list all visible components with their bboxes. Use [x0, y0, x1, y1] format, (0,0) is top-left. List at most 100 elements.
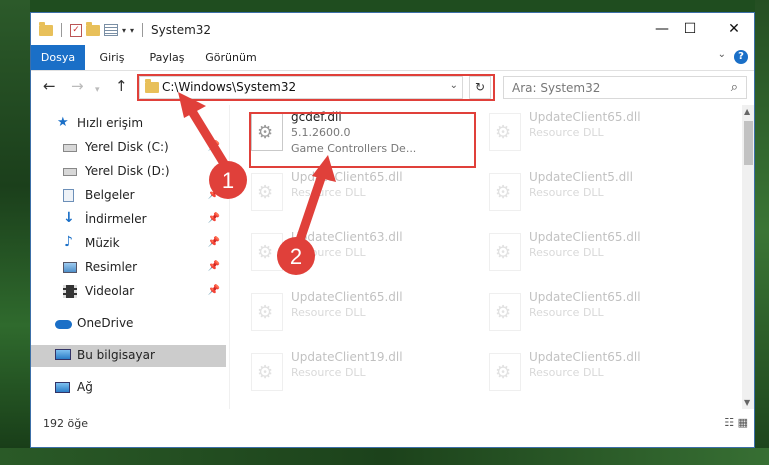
file-name: UpdateClient65.dll — [529, 230, 641, 244]
file-name: UpdateClient5.dll — [529, 170, 633, 184]
status-bar: 192 öğe ☷ ▦ — [31, 409, 754, 433]
properties-icon[interactable] — [104, 24, 118, 36]
pin-icon[interactable]: 📌 — [208, 285, 220, 296]
file-description: Resource DLL — [529, 306, 604, 319]
pictures-icon — [63, 262, 77, 273]
sidebar-item-music[interactable]: ♪ Müzik 📌 — [31, 233, 226, 255]
file-tile[interactable]: UpdateClient65.dll Resource DLL — [241, 167, 461, 223]
file-highlight-box — [249, 112, 476, 168]
drive-icon — [63, 144, 77, 152]
dll-file-icon — [489, 233, 521, 271]
file-tile[interactable]: UpdateClient65.dll Resource DLL — [479, 347, 699, 403]
music-icon: ♪ — [64, 234, 73, 250]
search-input[interactable]: Ara: System32 ⌕ — [503, 76, 747, 99]
separator — [61, 23, 62, 37]
folder-icon[interactable] — [39, 21, 53, 36]
item-count: 192 öğe — [43, 417, 88, 430]
sidebar-item-onedrive[interactable]: OneDrive — [31, 313, 226, 335]
tab-home[interactable]: Giriş — [85, 45, 139, 70]
expand-ribbon-chevron-icon[interactable]: ⌄ — [718, 49, 726, 60]
sidebar-item-documents[interactable]: Belgeler 📌 — [31, 185, 226, 207]
sidebar-item-this-pc[interactable]: Bu bilgisayar — [31, 345, 226, 367]
file-tile[interactable]: UpdateClient65.dll Resource DLL — [241, 287, 461, 343]
sidebar-item-quick-access[interactable]: ★ Hızlı erişim — [31, 113, 226, 135]
separator — [142, 23, 144, 37]
properties-check-icon[interactable]: ✓ — [70, 23, 82, 37]
network-icon — [55, 382, 70, 393]
sidebar-item-downloads[interactable]: ↓ İndirmeler 📌 — [31, 209, 226, 231]
customize-toolbar-arrow-icon[interactable]: ▾ — [122, 26, 126, 35]
download-icon: ↓ — [63, 210, 75, 226]
file-name: UpdateClient65.dll — [529, 290, 641, 304]
recent-locations-icon[interactable]: ▾ — [95, 82, 100, 98]
sidebar-item-pictures[interactable]: Resimler 📌 — [31, 257, 226, 279]
maximize-button[interactable]: ☐ — [667, 13, 713, 45]
navigation-pane: ★ Hızlı erişim Yerel Disk (C:) 📌 Yerel D… — [31, 105, 229, 409]
pin-icon[interactable]: 📌 — [208, 189, 220, 200]
sidebar-item-videos[interactable]: Videolar 📌 — [31, 281, 226, 303]
dll-file-icon — [489, 173, 521, 211]
file-tile[interactable]: UpdateClient5.dll Resource DLL — [479, 167, 699, 223]
file-name: UpdateClient65.dll — [529, 110, 641, 124]
scrollbar-thumb[interactable] — [744, 121, 753, 165]
pin-icon[interactable]: 📌 — [208, 141, 220, 152]
dll-file-icon — [251, 293, 283, 331]
file-name: UpdateClient65.dll — [291, 170, 403, 184]
file-description: Resource DLL — [291, 306, 366, 319]
pane-divider[interactable] — [229, 105, 230, 409]
file-tile[interactable]: UpdateClient65.dll Resource DLL — [479, 107, 699, 163]
file-description: Resource DLL — [291, 186, 366, 199]
navigation-bar: ← → ▾ ↑ C:\Windows\System32 ⌄ ↻ Ara: Sys… — [31, 71, 754, 103]
star-icon: ★ — [57, 115, 69, 130]
file-description: Resource DLL — [529, 186, 604, 199]
file-description: Resource DLL — [291, 366, 366, 379]
new-folder-icon[interactable] — [86, 21, 100, 36]
tab-share[interactable]: Paylaş — [141, 45, 193, 70]
desktop-background-bottom — [0, 448, 769, 465]
customize-down-icon[interactable]: ▾ — [130, 26, 134, 35]
pin-icon[interactable]: 📌 — [208, 237, 220, 248]
title-bar: ✓ ▾ ▾ System32 — ☐ ✕ — [31, 13, 754, 45]
sidebar-item-network[interactable]: Ağ — [31, 377, 226, 399]
close-button[interactable]: ✕ — [711, 13, 754, 45]
tab-file[interactable]: Dosya — [31, 45, 85, 70]
file-tile[interactable]: UpdateClient63.dll Resource DLL — [241, 227, 461, 283]
up-arrow-icon[interactable]: ↑ — [115, 78, 128, 94]
dll-file-icon — [489, 113, 521, 151]
pin-icon[interactable]: 📌 — [208, 213, 220, 224]
dll-file-icon — [489, 353, 521, 391]
pin-icon[interactable]: 📌 — [208, 261, 220, 272]
drive-icon — [63, 168, 77, 176]
ribbon-tabs: Dosya Giriş Paylaş Görünüm ⌄ ? — [31, 45, 754, 71]
forward-arrow-icon[interactable]: → — [71, 78, 84, 94]
file-tile[interactable]: UpdateClient19.dll Resource DLL — [241, 347, 461, 403]
tab-view[interactable]: Görünüm — [199, 45, 263, 70]
vertical-scrollbar[interactable]: ▲ ▼ — [742, 105, 754, 409]
cloud-icon — [55, 320, 72, 329]
help-icon[interactable]: ? — [734, 50, 748, 64]
file-name: UpdateClient19.dll — [291, 350, 403, 364]
dll-file-icon — [251, 353, 283, 391]
scroll-up-icon[interactable]: ▲ — [744, 107, 750, 116]
view-toggle-icons[interactable]: ☷ ▦ — [724, 416, 748, 429]
quick-access-toolbar: ✓ ▾ ▾ System32 — [39, 21, 211, 39]
desktop-background-right — [755, 0, 769, 465]
sidebar-item-local-disk-d[interactable]: Yerel Disk (D:) — [31, 161, 226, 183]
dll-file-icon — [251, 233, 283, 271]
dll-file-icon — [489, 293, 521, 331]
videos-icon — [63, 285, 77, 298]
file-name: UpdateClient63.dll — [291, 230, 403, 244]
back-arrow-icon[interactable]: ← — [43, 78, 56, 94]
file-description: Resource DLL — [529, 366, 604, 379]
address-highlight-box — [137, 74, 495, 101]
scroll-down-icon[interactable]: ▼ — [744, 398, 750, 407]
computer-icon — [55, 349, 71, 360]
search-icon[interactable]: ⌕ — [731, 80, 738, 95]
search-placeholder: Ara: System32 — [512, 81, 601, 95]
file-tile[interactable]: UpdateClient65.dll Resource DLL — [479, 227, 699, 283]
explorer-window: ✓ ▾ ▾ System32 — ☐ ✕ Dosya Giriş Paylaş … — [30, 12, 755, 448]
desktop-background-left — [0, 0, 30, 465]
sidebar-item-local-disk-c[interactable]: Yerel Disk (C:) 📌 — [31, 137, 226, 159]
documents-icon — [63, 189, 74, 202]
file-tile[interactable]: UpdateClient65.dll Resource DLL — [479, 287, 699, 343]
